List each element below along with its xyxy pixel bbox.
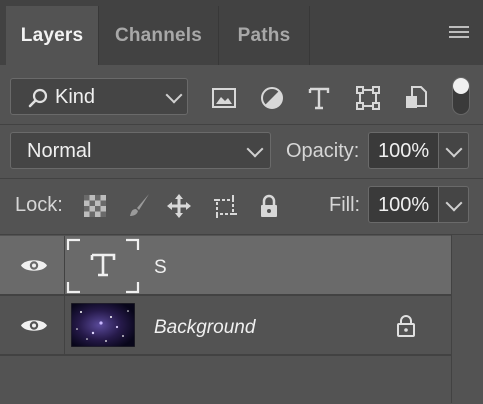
lock-image-pixels-brush-icon[interactable] xyxy=(124,192,152,220)
fill-value: 100% xyxy=(378,194,430,216)
search-icon xyxy=(28,88,48,108)
eye-icon[interactable] xyxy=(20,317,48,334)
layer-row-background[interactable]: Background xyxy=(0,296,451,354)
visibility-column xyxy=(0,236,65,294)
opacity-input[interactable]: 100% xyxy=(368,132,439,169)
tab-layers[interactable]: Layers xyxy=(6,6,98,65)
empty-layers-area xyxy=(0,356,451,404)
filter-toggle[interactable] xyxy=(452,77,470,115)
chevron-down-icon xyxy=(165,86,183,104)
chevron-down-icon xyxy=(445,140,463,158)
smart-object-filter-icon[interactable] xyxy=(402,84,430,112)
fill-input[interactable]: 100% xyxy=(368,186,439,223)
eye-icon[interactable] xyxy=(20,257,48,274)
lock-position-move-icon[interactable] xyxy=(165,192,193,220)
lock-transparent-pixels-icon[interactable] xyxy=(81,192,109,220)
kind-filter-select[interactable]: Kind xyxy=(10,78,188,115)
layer-lock-icon xyxy=(397,315,415,337)
blend-mode-select[interactable]: Normal xyxy=(10,132,271,169)
fill-label: Fill: xyxy=(329,194,361,216)
layer-name[interactable]: S xyxy=(154,257,167,279)
visibility-column xyxy=(0,296,65,354)
image-filter-icon[interactable] xyxy=(210,84,238,112)
tab-bar: Layers Channels Paths xyxy=(0,0,483,65)
layer-name[interactable]: Background xyxy=(154,317,255,339)
tab-channels[interactable]: Channels xyxy=(99,6,218,65)
chevron-down-icon xyxy=(246,140,264,158)
blend-mode-value: Normal xyxy=(27,140,92,162)
text-layer-thumbnail-icon xyxy=(66,238,140,294)
adjustment-filter-icon[interactable] xyxy=(258,84,286,112)
divider xyxy=(0,124,483,125)
tab-divider xyxy=(309,6,310,65)
tab-paths[interactable]: Paths xyxy=(219,6,309,65)
lock-label: Lock: xyxy=(15,194,63,216)
divider xyxy=(0,178,483,179)
kind-filter-label: Kind xyxy=(55,86,96,108)
shape-filter-icon[interactable] xyxy=(354,84,382,112)
lock-all-icon[interactable] xyxy=(255,192,283,220)
layers-scrollbar-track[interactable] xyxy=(451,235,483,403)
layers-panel: Layers Channels Paths Kind Normal Opacit… xyxy=(0,0,483,404)
lock-artboard-icon[interactable] xyxy=(211,192,239,220)
opacity-label: Opacity: xyxy=(286,140,360,162)
toggle-knob xyxy=(453,78,469,94)
background-thumbnail xyxy=(71,303,135,347)
panel-menu-icon[interactable] xyxy=(449,26,469,40)
opacity-value: 100% xyxy=(378,140,430,162)
layer-row-text[interactable]: S xyxy=(0,236,451,294)
chevron-down-icon xyxy=(445,194,463,212)
fill-dropdown-button[interactable] xyxy=(439,186,469,223)
type-filter-icon[interactable] xyxy=(305,84,333,112)
opacity-dropdown-button[interactable] xyxy=(439,132,469,169)
